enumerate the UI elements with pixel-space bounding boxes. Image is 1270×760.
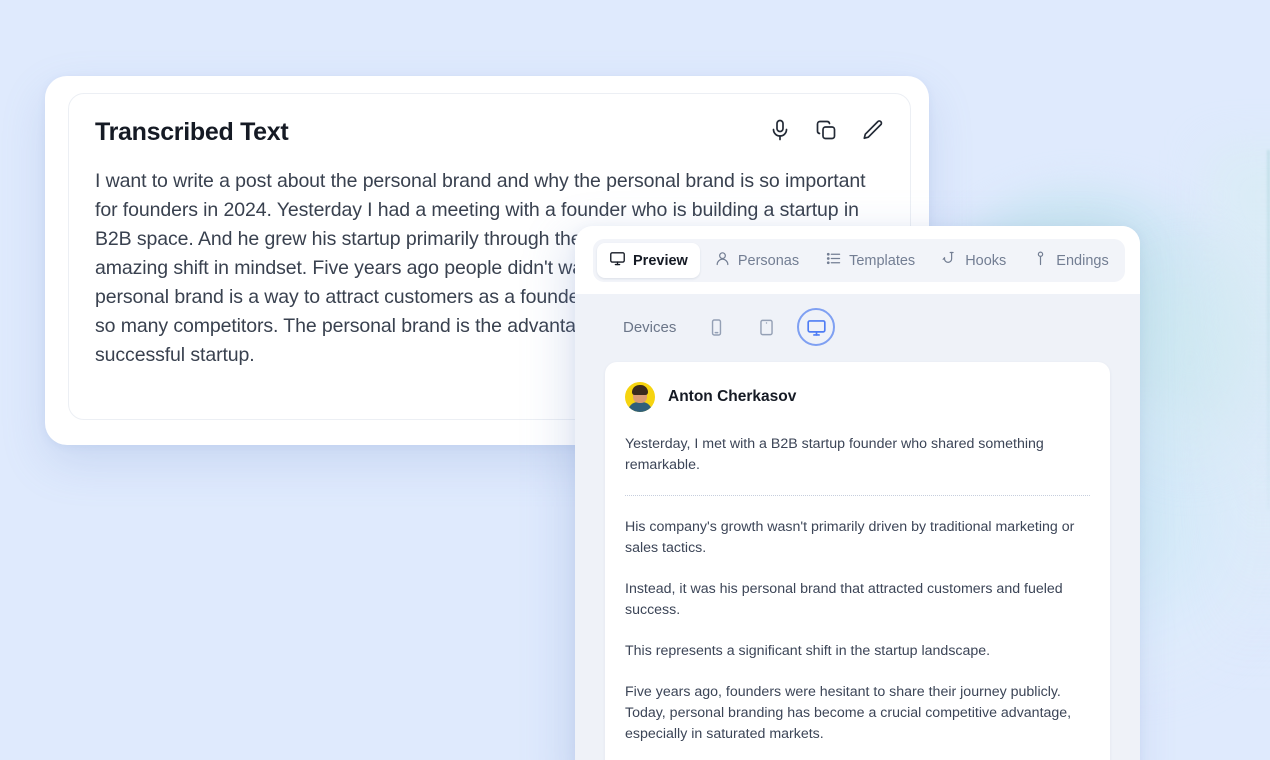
avatar — [625, 382, 655, 412]
tab-templates-label: Templates — [849, 252, 916, 269]
phone-icon[interactable] — [697, 308, 735, 346]
page-title: Transcribed Text — [95, 118, 289, 146]
preview-panel-header: Preview Personas Templates Hooks Endings — [575, 226, 1140, 294]
preview-tabs: Preview Personas Templates Hooks Endings — [593, 239, 1125, 282]
microphone-icon[interactable] — [768, 118, 792, 147]
edit-icon[interactable] — [860, 118, 884, 147]
devices-row: Devices — [605, 308, 1110, 346]
preview-panel: Preview Personas Templates Hooks Endings… — [575, 226, 1140, 760]
post-paragraph: Instead, it was his personal brand that … — [625, 581, 1063, 618]
post-author-name: Anton Cherkasov — [668, 388, 797, 405]
desktop-icon[interactable] — [797, 308, 836, 346]
transcribed-text-header: Transcribed Text — [95, 118, 884, 147]
tab-endings-label: Endings — [1056, 252, 1109, 269]
tab-hooks[interactable]: Hooks — [929, 243, 1018, 278]
list-icon — [825, 250, 842, 271]
tab-preview[interactable]: Preview — [597, 243, 700, 278]
post-paragraph: Five years ago, founders were hesitant t… — [625, 684, 1072, 742]
tablet-icon[interactable] — [747, 308, 785, 346]
post-paragraph: Yesterday, I met with a B2B startup foun… — [625, 436, 1044, 473]
background-blob-edge — [1210, 150, 1270, 670]
tab-endings[interactable]: Endings — [1020, 243, 1120, 278]
monitor-icon — [609, 250, 626, 271]
post-author-row: Anton Cherkasov — [625, 382, 1090, 412]
post-preview-card: Anton Cherkasov Yesterday, I met with a … — [605, 362, 1110, 760]
tab-personas-label: Personas — [737, 252, 800, 269]
tab-hooks-label: Hooks — [965, 252, 1007, 269]
pin-icon — [1032, 250, 1049, 271]
devices-label: Devices — [623, 318, 677, 336]
tab-personas[interactable]: Personas — [702, 243, 811, 278]
tab-preview-label: Preview — [633, 252, 688, 269]
transcribed-text-actions — [768, 118, 884, 147]
preview-panel-body: Devices Anton Cherkasov Yesterday, I met… — [575, 294, 1140, 760]
person-icon — [714, 250, 731, 271]
hook-icon — [941, 250, 958, 271]
post-paragraph: His company's growth wasn't primarily dr… — [625, 495, 1090, 559]
tab-templates[interactable]: Templates — [813, 243, 927, 278]
post-paragraph: This represents a significant shift in t… — [625, 643, 991, 659]
copy-icon[interactable] — [814, 118, 838, 147]
